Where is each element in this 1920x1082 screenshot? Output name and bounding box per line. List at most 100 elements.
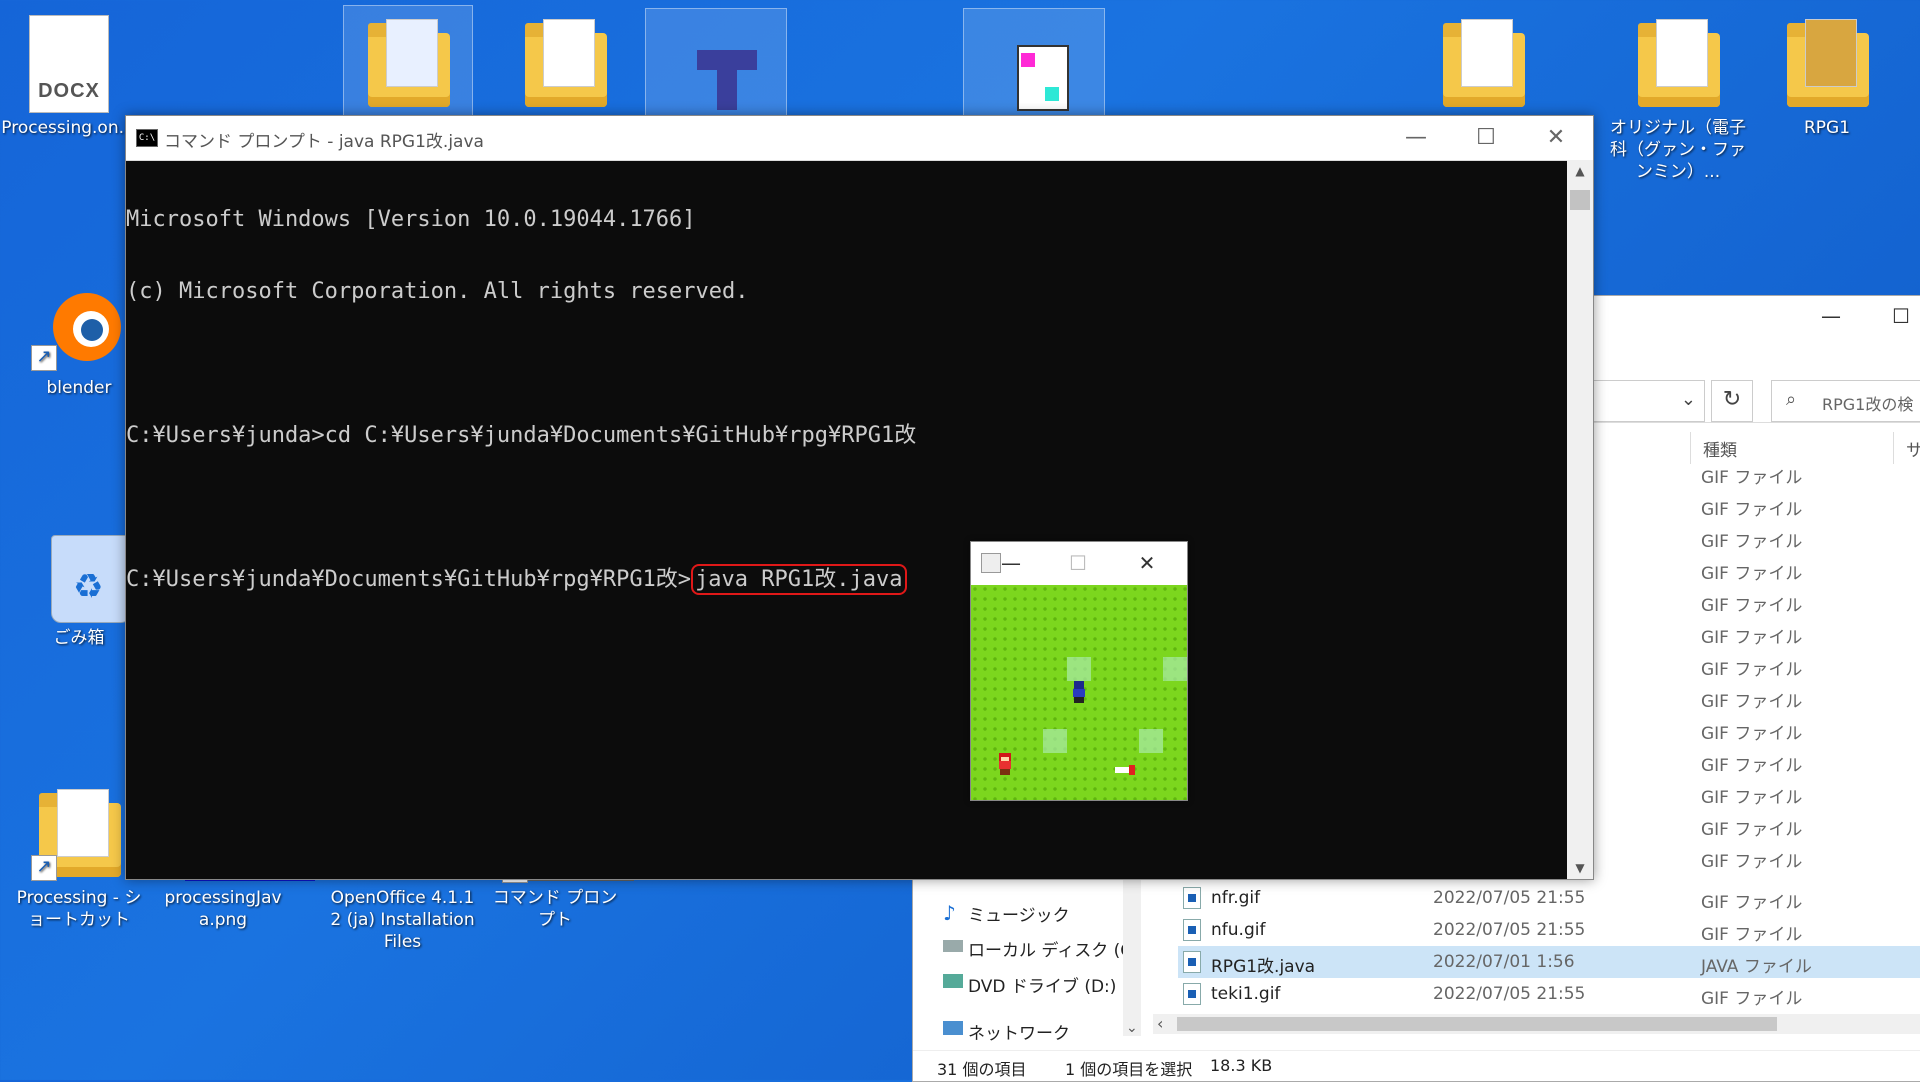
minimize-button[interactable]: —	[1796, 296, 1866, 336]
scroll-down-icon[interactable]: ▼	[1567, 861, 1593, 875]
minimize-button[interactable]: —	[999, 542, 1023, 584]
chevron-down-icon[interactable]: ⌄	[1126, 1020, 1138, 1036]
highlighted-command: java RPG1改.java	[691, 564, 907, 595]
file-row[interactable]: nfr.gif 2022/07/05 21:55 GIF ファイル	[913, 882, 1920, 914]
file-type-cell[interactable]: GIF ファイル	[1701, 815, 1802, 840]
file-type-cell[interactable]: GIF ファイル	[1701, 527, 1802, 552]
file-name: nfr.gif	[1211, 888, 1261, 908]
light-tile	[1067, 657, 1091, 681]
desktop-folder-original[interactable]: オリジナル（電子科（グァン・ファンミン）...	[1603, 15, 1753, 183]
desktop-folder-4[interactable]	[1418, 15, 1548, 117]
nav-item-network[interactable]: ネットワーク	[968, 1019, 1070, 1044]
file-type-cell[interactable]: GIF ファイル	[1701, 719, 1802, 744]
desktop-app-tetris[interactable]	[650, 15, 780, 117]
folder-icon	[517, 15, 613, 111]
column-divider[interactable]	[1690, 432, 1691, 464]
desktop-icon-label: RPG1	[1803, 118, 1851, 138]
refresh-button[interactable]: ↻	[1711, 380, 1753, 422]
desktop-folder-2[interactable]	[343, 15, 473, 117]
file-type: GIF ファイル	[1701, 989, 1803, 1009]
path-box[interactable]: ⌄	[1593, 380, 1705, 422]
chevron-left-icon[interactable]: ‹	[1157, 1014, 1163, 1033]
desktop-icon-label: Processing.on.l	[1, 118, 129, 138]
docx-file-icon: DOCX	[17, 15, 113, 113]
minimize-button[interactable]: —	[1381, 116, 1451, 160]
desktop-icon-label: OpenOffice 4.1.12 (ja) Installation File…	[330, 888, 475, 953]
column-header-type[interactable]: 種類	[1703, 436, 1737, 461]
search-box[interactable]: ⌕ RPG1改の検	[1771, 380, 1920, 422]
light-tile	[1043, 729, 1067, 753]
file-type-cell[interactable]: GIF ファイル	[1701, 623, 1802, 648]
console-line: Microsoft Windows [Version 10.0.19044.17…	[126, 207, 696, 232]
blender-icon: ↗	[31, 275, 127, 371]
command-prompt-window[interactable]: C:\ コマンド プロンプト - java RPG1改.java — ☐ ✕ M…	[125, 115, 1594, 880]
scroll-up-icon[interactable]: ▲	[1567, 164, 1593, 178]
window-title: コマンド プロンプト - java RPG1改.java	[164, 132, 484, 152]
desktop-folder-3[interactable]	[500, 15, 630, 117]
scroll-thumb[interactable]	[1570, 190, 1590, 210]
close-button[interactable]: ✕	[1521, 116, 1591, 160]
gif-file-icon	[1183, 887, 1201, 909]
maximize-button[interactable]: ☐	[1451, 116, 1521, 160]
file-type-cell[interactable]: GIF ファイル	[1701, 783, 1802, 808]
enemy-sprite	[997, 753, 1013, 775]
file-date: 2022/07/05 21:55	[1433, 984, 1586, 1004]
file-type-cell[interactable]: GIF ファイル	[1701, 495, 1802, 520]
chevron-down-icon[interactable]: ⌄	[1681, 389, 1696, 410]
maximize-button[interactable]: ☐	[1057, 542, 1099, 584]
desktop-app-notebook[interactable]	[968, 15, 1098, 117]
desktop-folder-rpg1[interactable]: RPG1	[1762, 15, 1892, 139]
file-row[interactable]: teki1.gif 2022/07/05 21:55 GIF ファイル	[913, 978, 1920, 1010]
search-placeholder: RPG1改の検	[1822, 395, 1914, 414]
file-row-selected[interactable]: RPG1改.java 2022/07/01 1:56 JAVA ファイル	[1178, 946, 1920, 978]
file-row[interactable]: nfu.gif 2022/07/05 21:55 GIF ファイル	[913, 914, 1920, 946]
file-type-cell[interactable]: GIF ファイル	[1701, 591, 1802, 616]
file-type-cell[interactable]: GIF ファイル	[1701, 687, 1802, 712]
file-type: GIF ファイル	[1701, 893, 1803, 913]
file-type-cell[interactable]: GIF ファイル	[1701, 559, 1802, 584]
selection-size: 18.3 KB	[1210, 1056, 1273, 1075]
desktop-icon-docx[interactable]: DOCX Processing.on.l	[0, 15, 130, 139]
file-type-cell[interactable]: GIF ファイル	[1701, 751, 1802, 776]
folder-icon: ↗	[31, 785, 127, 881]
status-bar: 31 個の項目 1 個の項目を選択 18.3 KB	[913, 1050, 1920, 1081]
java-game-window[interactable]: — ☐ ✕	[970, 541, 1188, 801]
cmd-titlebar[interactable]: C:\ コマンド プロンプト - java RPG1改.java — ☐ ✕	[126, 116, 1593, 161]
vertical-scrollbar[interactable]: ▲ ▼	[1567, 160, 1593, 879]
cmd-icon: C:\	[136, 129, 158, 147]
maximize-button[interactable]: ☐	[1866, 296, 1920, 336]
file-date: 2022/07/05 21:55	[1433, 920, 1586, 940]
file-type: JAVA ファイル	[1701, 957, 1812, 977]
game-field[interactable]	[971, 585, 1187, 800]
java-file-icon	[1183, 951, 1201, 973]
file-type: GIF ファイル	[1701, 925, 1803, 945]
column-header-size[interactable]: サ	[1906, 436, 1920, 461]
search-icon: ⌕	[1786, 389, 1797, 410]
tetris-icon	[667, 15, 763, 111]
file-date: 2022/07/05 21:55	[1433, 888, 1586, 908]
network-icon	[943, 1021, 963, 1035]
close-button[interactable]: ✕	[1126, 542, 1168, 584]
console-output[interactable]: Microsoft Windows [Version 10.0.19044.17…	[126, 160, 1567, 879]
java-icon	[981, 553, 1001, 573]
desktop-icon-label: コマンド プロンプト	[492, 888, 618, 931]
game-titlebar[interactable]: — ☐ ✕	[971, 542, 1187, 584]
player-sprite	[1071, 681, 1087, 703]
console-line: C:¥Users¥junda>cd C:¥Users¥junda¥Documen…	[126, 423, 917, 448]
column-divider[interactable]	[1893, 432, 1894, 464]
prompt-text: C:¥Users¥junda¥Documents¥GitHub¥rpg¥RPG1…	[126, 567, 692, 592]
file-type-cell[interactable]: GIF ファイル	[1701, 463, 1802, 488]
file-name: nfu.gif	[1211, 920, 1266, 940]
file-type-cell[interactable]: GIF ファイル	[1701, 655, 1802, 680]
shortcut-arrow-icon: ↗	[31, 855, 57, 881]
file-date: 2022/07/01 1:56	[1433, 952, 1575, 972]
horizontal-scrollbar[interactable]: ‹	[1153, 1014, 1920, 1034]
file-type-cell[interactable]: GIF ファイル	[1701, 847, 1802, 872]
folder-icon	[360, 15, 456, 111]
docx-badge: DOCX	[38, 80, 100, 102]
file-name: teki1.gif	[1211, 984, 1281, 1004]
item-sprite	[1115, 765, 1137, 775]
scroll-thumb[interactable]	[1177, 1017, 1777, 1031]
